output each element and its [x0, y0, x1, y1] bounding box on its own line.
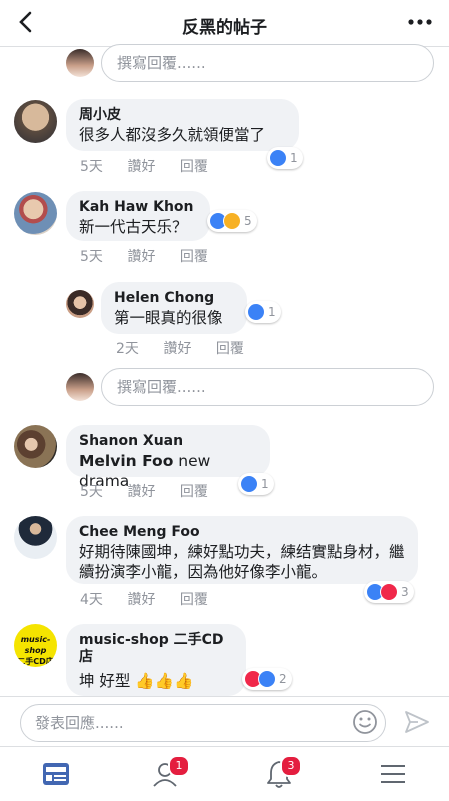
comment-text: 第一眼真的很像 — [114, 309, 223, 327]
comment-author[interactable]: Kah Haw Khon — [79, 199, 197, 216]
like-reaction-icon — [258, 670, 276, 688]
like-link[interactable]: 讚好 — [163, 338, 211, 358]
avatar-logo-text: 二手CD店 — [17, 657, 54, 666]
reply-link[interactable]: 回覆 — [180, 481, 208, 501]
reply-input[interactable]: 撰寫回覆...... — [101, 44, 434, 82]
reaction-summary[interactable]: 3 — [364, 581, 414, 603]
reaction-count: 1 — [290, 151, 298, 165]
tab-notifications[interactable]: 3 — [264, 755, 302, 789]
avatar[interactable] — [14, 516, 57, 559]
avatar[interactable] — [14, 100, 57, 143]
reaction-count: 1 — [268, 305, 276, 319]
reaction-count: 5 — [244, 214, 252, 228]
avatar[interactable]: music-shop 二手CD店 — [14, 624, 57, 667]
tab-bar: 1 3 — [0, 746, 449, 801]
comment-bubble: 周小皮 很多人都沒多久就領便當了 — [66, 99, 299, 151]
comment-author[interactable]: Helen Chong — [114, 290, 234, 307]
love-reaction-icon — [380, 583, 398, 601]
comment-meta: 5天 讚好 回覆 — [80, 156, 208, 176]
avatar[interactable] — [66, 49, 94, 77]
avatar[interactable] — [14, 192, 57, 235]
comment-bubble: Helen Chong 第一眼真的很像 — [101, 282, 247, 334]
menu-icon — [381, 765, 405, 783]
comment-time: 5天 — [80, 484, 103, 500]
comment-author[interactable]: 周小皮 — [79, 107, 286, 124]
comment-author[interactable]: music-shop 二手CD店 — [79, 632, 233, 666]
like-reaction-icon — [247, 303, 265, 321]
comment-text: 很多人都沒多久就領便當了 — [79, 126, 266, 144]
avatar[interactable] — [66, 290, 94, 318]
reply-link[interactable]: 回覆 — [180, 246, 208, 266]
smiley-icon[interactable] — [352, 709, 378, 735]
comment-text: 坤 好型 👍👍👍 — [79, 672, 194, 690]
comment-meta: 2天 讚好 回覆 — [116, 338, 244, 358]
reply-link[interactable]: 回覆 — [180, 156, 208, 176]
comment-text: 新一代古天乐？ — [79, 218, 188, 236]
like-link[interactable]: 讚好 — [127, 589, 175, 609]
reply-link[interactable]: 回覆 — [180, 589, 208, 609]
news-feed-icon — [43, 763, 69, 785]
reaction-summary[interactable]: 2 — [242, 668, 292, 690]
comment-input[interactable]: 發表回應...... — [20, 704, 386, 742]
reaction-count: 1 — [261, 477, 269, 491]
comment-time: 4天 — [80, 592, 103, 608]
comment-composer: 發表回應...... — [0, 696, 449, 747]
reaction-summary[interactable]: 1 — [238, 473, 274, 495]
comment-meta: 4天 讚好 回覆 — [80, 589, 208, 609]
send-icon[interactable] — [404, 709, 430, 735]
reaction-summary[interactable]: 5 — [207, 210, 257, 232]
comment-bubble: music-shop 二手CD店 坤 好型 👍👍👍 。 — [66, 624, 246, 696]
notification-badge: 3 — [280, 755, 302, 777]
reaction-count: 2 — [279, 672, 287, 686]
comment-meta: 5天 讚好 回覆 — [80, 246, 208, 266]
comment-meta: 5天 讚好 回覆 — [80, 481, 208, 501]
comment-bubble: Chee Meng Foo 好期待陳國坤，練好點功夫，練结實點身材，繼續扮演李小… — [66, 516, 418, 584]
tab-menu[interactable] — [378, 759, 408, 789]
more-dots-icon[interactable] — [407, 10, 433, 32]
tab-friends[interactable]: 1 — [152, 755, 190, 789]
top-bar: 反黑的帖子 — [0, 0, 449, 47]
avatar[interactable] — [14, 425, 57, 468]
comment-author[interactable]: Chee Meng Foo — [79, 524, 405, 541]
avatar[interactable] — [66, 373, 94, 401]
comment-author[interactable]: Shanon Xuan — [79, 433, 257, 450]
like-reaction-icon — [240, 475, 258, 493]
like-link[interactable]: 讚好 — [127, 481, 175, 501]
comment-time: 5天 — [80, 249, 103, 265]
like-link[interactable]: 讚好 — [127, 156, 175, 176]
like-reaction-icon — [269, 149, 287, 167]
haha-reaction-icon — [223, 212, 241, 230]
reply-link[interactable]: 回覆 — [216, 338, 244, 358]
comment-text: 好期待陳國坤，練好點功夫，練结實點身材，繼續扮演李小龍，因為他好像李小龍。 — [79, 543, 405, 581]
like-link[interactable]: 讚好 — [127, 246, 175, 266]
comment-bubble: Shanon Xuan Melvin Foo new drama — [66, 425, 270, 490]
comment-time: 2天 — [116, 341, 139, 357]
reaction-count: 3 — [401, 585, 409, 599]
comment-bubble: Kah Haw Khon 新一代古天乐？ — [66, 191, 210, 241]
page-title: 反黑的帖子 — [182, 18, 267, 38]
avatar-logo-text: music-shop — [20, 635, 51, 655]
tab-news-feed[interactable] — [41, 759, 71, 789]
mention-link[interactable]: Melvin Foo — [79, 452, 173, 470]
notification-badge: 1 — [168, 755, 190, 777]
reply-input[interactable]: 撰寫回覆...... — [101, 368, 434, 406]
comment-time: 5天 — [80, 159, 103, 175]
reaction-summary[interactable]: 1 — [267, 147, 303, 169]
reaction-summary[interactable]: 1 — [245, 301, 281, 323]
